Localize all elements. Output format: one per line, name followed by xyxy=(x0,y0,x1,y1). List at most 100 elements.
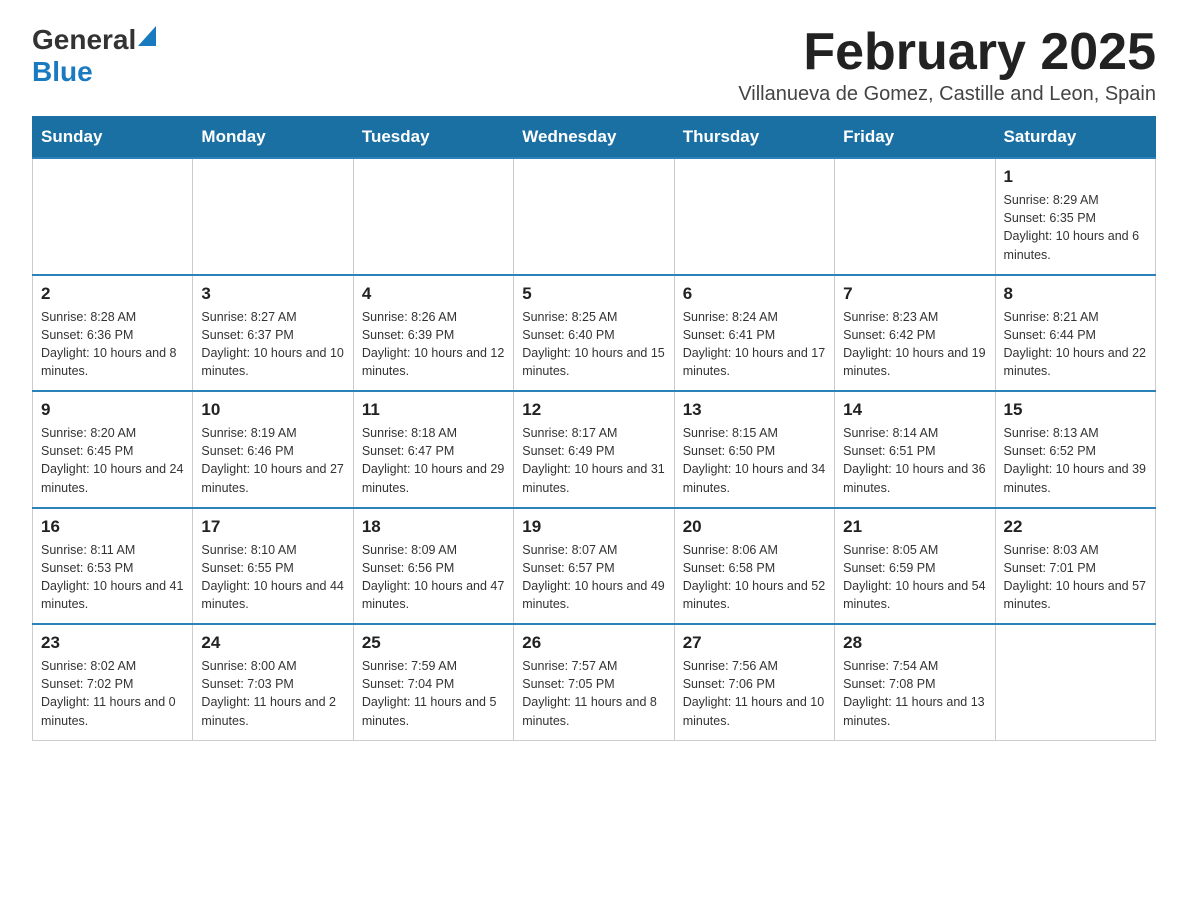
calendar-cell xyxy=(995,624,1155,740)
day-info: Sunrise: 8:00 AMSunset: 7:03 PMDaylight:… xyxy=(201,657,344,730)
calendar-week-row: 2 Sunrise: 8:28 AMSunset: 6:36 PMDaylight… xyxy=(33,275,1156,392)
calendar-cell: 11 Sunrise: 8:18 AMSunset: 6:47 PMDayligh… xyxy=(353,391,513,508)
calendar-cell: 16 Sunrise: 8:11 AMSunset: 6:53 PMDayligh… xyxy=(33,508,193,625)
calendar-cell: 1Sunrise: 8:29 AMSunset: 6:35 PMDaylight… xyxy=(995,158,1155,275)
day-number: 15 xyxy=(1004,400,1147,420)
day-number: 25 xyxy=(362,633,505,653)
day-info: Sunrise: 8:13 AMSunset: 6:52 PMDaylight:… xyxy=(1004,424,1147,497)
day-info: Sunrise: 7:56 AMSunset: 7:06 PMDaylight:… xyxy=(683,657,826,730)
calendar-cell: 10Sunrise: 8:19 AMSunset: 6:46 PMDayligh… xyxy=(193,391,353,508)
day-number: 1 xyxy=(1004,167,1147,187)
calendar-cell: 15 Sunrise: 8:13 AMSunset: 6:52 PMDayligh… xyxy=(995,391,1155,508)
calendar-header-row: SundayMondayTuesdayWednesdayThursdayFrid… xyxy=(33,117,1156,159)
calendar-cell: 8Sunrise: 8:21 AMSunset: 6:44 PMDaylight… xyxy=(995,275,1155,392)
day-number: 28 xyxy=(843,633,986,653)
calendar-cell xyxy=(674,158,834,275)
calendar-cell: 18 Sunrise: 8:09 AMSunset: 6:56 PMDayligh… xyxy=(353,508,513,625)
day-info: Sunrise: 8:25 AMSunset: 6:40 PMDaylight:… xyxy=(522,308,665,381)
calendar-cell xyxy=(514,158,674,275)
day-info: Sunrise: 8:09 AMSunset: 6:56 PMDaylight:… xyxy=(362,541,505,614)
day-info: Sunrise: 7:57 AMSunset: 7:05 PMDaylight:… xyxy=(522,657,665,730)
day-info: Sunrise: 8:05 AMSunset: 6:59 PMDaylight:… xyxy=(843,541,986,614)
day-info: Sunrise: 8:02 AMSunset: 7:02 PMDaylight:… xyxy=(41,657,184,730)
calendar-cell: 17 Sunrise: 8:10 AMSunset: 6:55 PMDayligh… xyxy=(193,508,353,625)
day-number: 21 xyxy=(843,517,986,537)
day-number: 11 xyxy=(362,400,505,420)
calendar-cell: 21 Sunrise: 8:05 AMSunset: 6:59 PMDayligh… xyxy=(835,508,995,625)
calendar-table: SundayMondayTuesdayWednesdayThursdayFrid… xyxy=(32,116,1156,741)
day-info: Sunrise: 8:11 AMSunset: 6:53 PMDaylight:… xyxy=(41,541,184,614)
column-header-tuesday: Tuesday xyxy=(353,117,513,159)
day-info: Sunrise: 7:54 AMSunset: 7:08 PMDaylight:… xyxy=(843,657,986,730)
calendar-cell xyxy=(193,158,353,275)
day-number: 24 xyxy=(201,633,344,653)
logo-blue-text: Blue xyxy=(32,56,93,87)
logo-triangle-icon xyxy=(138,26,156,51)
calendar-cell: 12 Sunrise: 8:17 AMSunset: 6:49 PMDayligh… xyxy=(514,391,674,508)
location-subtitle: Villanueva de Gomez, Castille and Leon, … xyxy=(738,83,1156,106)
calendar-cell: 20 Sunrise: 8:06 AMSunset: 6:58 PMDayligh… xyxy=(674,508,834,625)
day-info: Sunrise: 8:17 AMSunset: 6:49 PMDaylight:… xyxy=(522,424,665,497)
day-number: 9 xyxy=(41,400,184,420)
logo-general-text: General xyxy=(32,24,136,56)
calendar-cell: 6 Sunrise: 8:24 AMSunset: 6:41 PMDaylight… xyxy=(674,275,834,392)
day-info: Sunrise: 7:59 AMSunset: 7:04 PMDaylight:… xyxy=(362,657,505,730)
day-info: Sunrise: 8:27 AMSunset: 6:37 PMDaylight:… xyxy=(201,308,344,381)
column-header-wednesday: Wednesday xyxy=(514,117,674,159)
month-title: February 2025 xyxy=(738,24,1156,81)
day-number: 7 xyxy=(843,284,986,304)
column-header-sunday: Sunday xyxy=(33,117,193,159)
day-info: Sunrise: 8:10 AMSunset: 6:55 PMDaylight:… xyxy=(201,541,344,614)
logo: General Blue xyxy=(32,24,156,88)
calendar-cell: 14 Sunrise: 8:14 AMSunset: 6:51 PMDayligh… xyxy=(835,391,995,508)
calendar-cell: 2 Sunrise: 8:28 AMSunset: 6:36 PMDaylight… xyxy=(33,275,193,392)
day-number: 17 xyxy=(201,517,344,537)
day-info: Sunrise: 8:20 AMSunset: 6:45 PMDaylight:… xyxy=(41,424,184,497)
day-info: Sunrise: 8:28 AMSunset: 6:36 PMDaylight:… xyxy=(41,308,184,381)
day-info: Sunrise: 8:18 AMSunset: 6:47 PMDaylight:… xyxy=(362,424,505,497)
calendar-week-row: 9 Sunrise: 8:20 AMSunset: 6:45 PMDaylight… xyxy=(33,391,1156,508)
day-number: 20 xyxy=(683,517,826,537)
day-info: Sunrise: 8:14 AMSunset: 6:51 PMDaylight:… xyxy=(843,424,986,497)
calendar-cell: 28 Sunrise: 7:54 AMSunset: 7:08 PMDayligh… xyxy=(835,624,995,740)
day-number: 26 xyxy=(522,633,665,653)
calendar-cell: 5 Sunrise: 8:25 AMSunset: 6:40 PMDaylight… xyxy=(514,275,674,392)
day-number: 12 xyxy=(522,400,665,420)
column-header-thursday: Thursday xyxy=(674,117,834,159)
calendar-cell xyxy=(353,158,513,275)
day-number: 6 xyxy=(683,284,826,304)
calendar-cell: 24 Sunrise: 8:00 AMSunset: 7:03 PMDayligh… xyxy=(193,624,353,740)
title-block: February 2025 Villanueva de Gomez, Casti… xyxy=(738,24,1156,106)
calendar-cell: 3 Sunrise: 8:27 AMSunset: 6:37 PMDaylight… xyxy=(193,275,353,392)
day-number: 2 xyxy=(41,284,184,304)
page-header: General Blue February 2025 Villanueva de… xyxy=(32,24,1156,106)
day-number: 27 xyxy=(683,633,826,653)
calendar-cell xyxy=(33,158,193,275)
day-number: 5 xyxy=(522,284,665,304)
calendar-week-row: 23Sunrise: 8:02 AMSunset: 7:02 PMDayligh… xyxy=(33,624,1156,740)
column-header-monday: Monday xyxy=(193,117,353,159)
calendar-cell: 22Sunrise: 8:03 AMSunset: 7:01 PMDayligh… xyxy=(995,508,1155,625)
day-number: 16 xyxy=(41,517,184,537)
calendar-cell: 26 Sunrise: 7:57 AMSunset: 7:05 PMDayligh… xyxy=(514,624,674,740)
calendar-cell: 4Sunrise: 8:26 AMSunset: 6:39 PMDaylight… xyxy=(353,275,513,392)
calendar-cell: 25 Sunrise: 7:59 AMSunset: 7:04 PMDayligh… xyxy=(353,624,513,740)
calendar-week-row: 1Sunrise: 8:29 AMSunset: 6:35 PMDaylight… xyxy=(33,158,1156,275)
day-info: Sunrise: 8:03 AMSunset: 7:01 PMDaylight:… xyxy=(1004,541,1147,614)
calendar-week-row: 16 Sunrise: 8:11 AMSunset: 6:53 PMDayligh… xyxy=(33,508,1156,625)
day-number: 8 xyxy=(1004,284,1147,304)
day-info: Sunrise: 8:19 AMSunset: 6:46 PMDaylight:… xyxy=(201,424,344,497)
day-number: 14 xyxy=(843,400,986,420)
column-header-saturday: Saturday xyxy=(995,117,1155,159)
calendar-cell: 13Sunrise: 8:15 AMSunset: 6:50 PMDayligh… xyxy=(674,391,834,508)
day-number: 18 xyxy=(362,517,505,537)
day-info: Sunrise: 8:06 AMSunset: 6:58 PMDaylight:… xyxy=(683,541,826,614)
day-info: Sunrise: 8:15 AMSunset: 6:50 PMDaylight:… xyxy=(683,424,826,497)
day-number: 19 xyxy=(522,517,665,537)
calendar-cell: 23Sunrise: 8:02 AMSunset: 7:02 PMDayligh… xyxy=(33,624,193,740)
day-info: Sunrise: 8:23 AMSunset: 6:42 PMDaylight:… xyxy=(843,308,986,381)
calendar-cell: 19Sunrise: 8:07 AMSunset: 6:57 PMDayligh… xyxy=(514,508,674,625)
calendar-cell: 27 Sunrise: 7:56 AMSunset: 7:06 PMDayligh… xyxy=(674,624,834,740)
day-info: Sunrise: 8:24 AMSunset: 6:41 PMDaylight:… xyxy=(683,308,826,381)
day-number: 3 xyxy=(201,284,344,304)
